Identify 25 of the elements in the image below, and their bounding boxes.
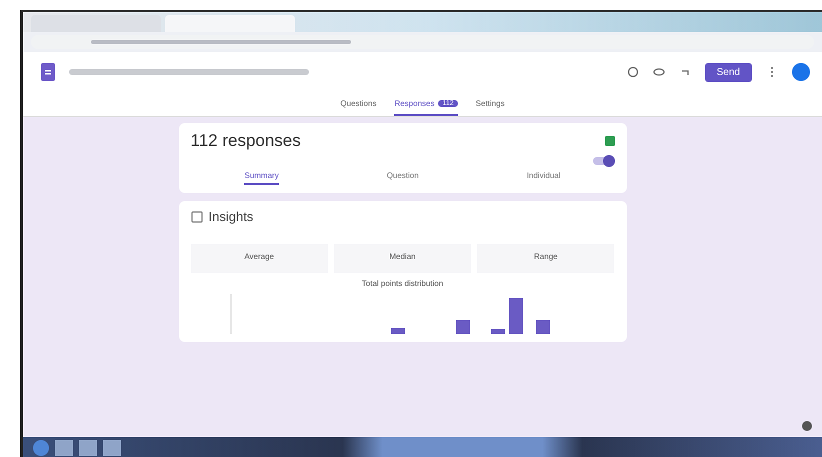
chart-axis	[230, 294, 231, 334]
summary-tab[interactable]: Question	[386, 171, 419, 185]
chart-bar	[456, 320, 470, 334]
chart-bar	[390, 328, 404, 334]
stat-label: Range	[477, 244, 614, 273]
insights-title: Insights	[208, 209, 254, 224]
avatar[interactable]	[792, 63, 810, 81]
chart-bar	[536, 320, 550, 334]
document-icon	[41, 63, 55, 81]
send-button[interactable]: Send	[704, 62, 752, 82]
summary-tab[interactable]: Individual	[526, 171, 560, 185]
summary-tab[interactable]: Summary	[244, 171, 279, 185]
nav-tab[interactable]: Questions	[340, 92, 376, 116]
accepting-toggle[interactable]	[592, 157, 614, 165]
help-icon[interactable]	[802, 421, 812, 431]
chart-title: Total points distribution	[360, 279, 444, 288]
stat-label: Median	[334, 244, 472, 273]
chart-bar	[490, 329, 504, 334]
nav-tab[interactable]: Settings	[476, 92, 505, 116]
responses-count: 112 responses	[190, 131, 301, 151]
chart-bar	[508, 298, 522, 334]
spreadsheet-icon[interactable]	[604, 136, 614, 146]
stat-label: Average	[190, 244, 328, 273]
insights-icon	[190, 210, 202, 222]
start-button[interactable]	[33, 440, 49, 456]
